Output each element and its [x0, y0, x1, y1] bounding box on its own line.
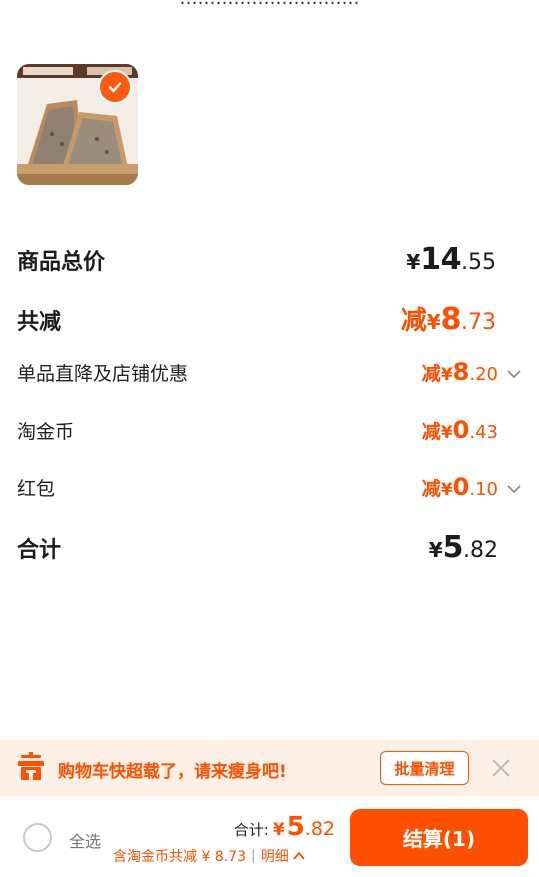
batch-clean-button[interactable]: 批量清理 [380, 751, 469, 785]
checkout-button[interactable]: 结算(1) [350, 809, 528, 866]
taojinbi-value: 减 ¥ 0 .43 [421, 416, 498, 444]
store-discount-value[interactable]: 减 ¥ 8 .20 [422, 358, 522, 386]
total-price-value: ¥ 14 .55 [406, 242, 496, 277]
close-icon[interactable] [488, 755, 514, 781]
store-discount-row[interactable]: 单品直降及店铺优惠 减 ¥ 8 .20 [17, 358, 522, 386]
chevron-up-icon[interactable] [292, 849, 306, 863]
taojinbi-row: 淘金币 减 ¥ 0 .43 [17, 416, 522, 444]
total-price-label: 商品总价 [17, 250, 106, 275]
grand-total-value: ¥ 5 .82 [428, 530, 498, 565]
store-discount-label: 单品直降及店铺优惠 [17, 363, 189, 385]
total-discount-row: 共减 减 ¥ 8 .73 [17, 300, 522, 337]
taojinbi-label: 淘金币 [17, 421, 75, 443]
detail-link[interactable]: 明细 [261, 846, 289, 866]
total-discount-label: 共减 [17, 310, 62, 335]
select-all-radio[interactable] [23, 823, 52, 852]
grand-total-label: 合计 [17, 538, 62, 563]
red-packet-value[interactable]: 减 ¥ 0 .10 [422, 473, 522, 501]
banner-message: 购物车快超载了，请来瘦身吧! [58, 762, 287, 782]
grand-total-row: 合计 ¥ 5 .82 [17, 530, 522, 565]
scrolled-header-text: ………………………… [0, 0, 539, 9]
checkout-bar: 全选 合计: ¥ 5 .82 含淘金币共减 ¥ 8.73 | 明细 结算(1) [0, 796, 539, 877]
total-discount-value: 减 ¥ 8 .73 [400, 302, 496, 337]
cart-overload-icon [18, 752, 44, 780]
red-packet-label: 红包 [17, 478, 56, 500]
bottom-total: 合计: ¥ 5 .82 [233, 812, 335, 842]
saving-summary[interactable]: 含淘金币共减 ¥ 8.73 | 明细 [113, 846, 306, 866]
total-price-row: 商品总价 ¥ 14 .55 [17, 242, 522, 277]
cart-overload-banner: 购物车快超载了，请来瘦身吧! 批量清理 [0, 740, 539, 796]
chevron-down-icon[interactable] [506, 366, 522, 382]
red-packet-row[interactable]: 红包 减 ¥ 0 .10 [17, 473, 522, 501]
product-selected-check-icon[interactable] [98, 70, 132, 104]
select-all-label[interactable]: 全选 [69, 828, 101, 852]
chevron-down-icon[interactable] [506, 481, 522, 497]
